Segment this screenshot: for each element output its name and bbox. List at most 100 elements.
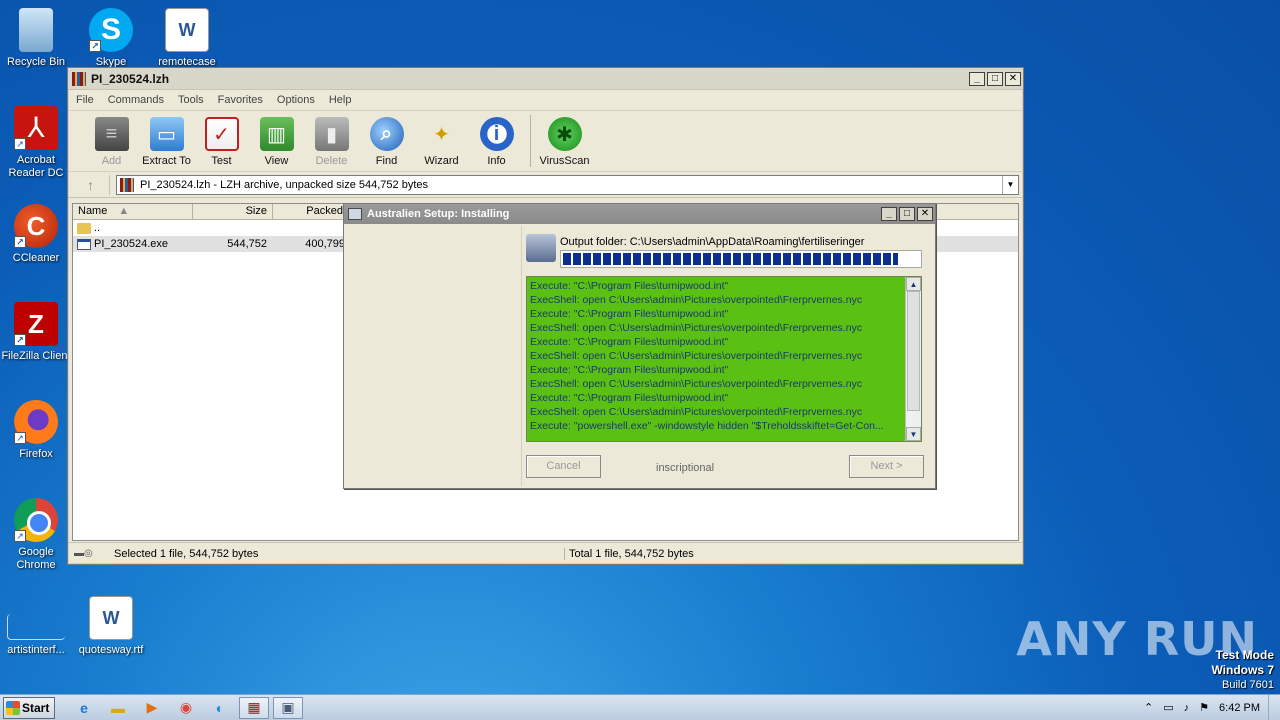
column-packed[interactable]: Packed (273, 204, 349, 219)
log-line: Execute: "powershell.exe" -windowstyle h… (530, 420, 884, 432)
address-combobox[interactable]: PI_230524.lzh - LZH archive, unpacked si… (116, 174, 1019, 195)
info-button[interactable]: i Info (469, 115, 524, 167)
log-line: ExecShell: open C:\Users\admin\Pictures\… (530, 322, 863, 334)
scroll-down-icon[interactable]: ▼ (906, 427, 921, 441)
virusscan-button[interactable]: ✱ VirusScan (537, 115, 592, 167)
desktop-icon-ccleaner[interactable]: C ↗ CCleaner (0, 204, 72, 265)
menu-options[interactable]: Options (277, 94, 315, 106)
wand-icon: ✦ (433, 123, 450, 146)
minimize-button[interactable]: _ (969, 71, 985, 86)
taskbar-winrar[interactable]: ▦ (239, 696, 269, 719)
menu-commands[interactable]: Commands (108, 94, 164, 106)
add-button[interactable]: ≡ Add (84, 115, 139, 167)
tool-label: Wizard (424, 155, 459, 167)
desktop-icon-chrome[interactable]: ↗ Google Chrome (0, 498, 72, 572)
desktop-icon-label: Acrobat Reader DC (8, 154, 64, 179)
column-size[interactable]: Size (193, 204, 273, 219)
setup-side-panel (346, 226, 522, 486)
extract-folder-icon: ▭ (149, 117, 184, 151)
install-log[interactable]: Execute: "C:\Program Files\turnipwood.in… (526, 276, 922, 442)
log-scrollbar[interactable]: ▲ ▼ (905, 277, 921, 441)
start-button[interactable]: Start (3, 696, 55, 719)
clock[interactable]: 6:42 PM (1219, 702, 1260, 714)
archive-icon (120, 177, 134, 192)
desktop-icon-label: Recycle Bin (6, 56, 66, 68)
log-line: ExecShell: open C:\Users\admin\Pictures\… (530, 294, 863, 306)
install-progress-bar (560, 250, 922, 268)
wizard-button[interactable]: ✦ Wizard (414, 115, 469, 168)
winrar-icon (72, 71, 86, 86)
maximize-button[interactable]: □ (899, 207, 915, 221)
desktop-icon-label: quotesway.rtf (78, 644, 144, 656)
taskbar-chrome[interactable]: ◉ (171, 697, 201, 719)
desktop-icon-quotesway[interactable]: W quotesway.rtf (75, 596, 147, 657)
menu-file[interactable]: File (76, 94, 94, 106)
word-document-icon: W (165, 8, 209, 52)
shortcut-arrow-icon: ↗ (89, 40, 101, 52)
tray-expand-icon[interactable]: ⌃ (1144, 701, 1153, 714)
desktop-icon-label: Google Chrome (16, 546, 56, 571)
setup-dialog: Australien Setup: Installing _ □ ✕ Outpu… (343, 203, 936, 489)
menu-tools[interactable]: Tools (178, 94, 204, 106)
menu-help[interactable]: Help (329, 94, 352, 106)
column-name[interactable]: Name ▲ (73, 204, 193, 219)
test-button[interactable]: ✓ Test (194, 115, 249, 167)
bug-icon: ✱ (547, 117, 582, 151)
up-folder-button[interactable]: ↑ (72, 174, 110, 195)
setup-titlebar[interactable]: Australien Setup: Installing _ □ ✕ (344, 204, 935, 224)
desktop-icon-remotecase[interactable]: W remotecase (151, 8, 223, 69)
cancel-button[interactable]: Cancel (526, 455, 601, 478)
network-icon[interactable]: ▭ (1163, 701, 1173, 714)
desktop-icon-skype[interactable]: S ↗ Skype (75, 8, 147, 69)
row-name: .. (94, 222, 101, 234)
chevron-down-icon[interactable]: ▼ (1002, 175, 1018, 194)
taskbar-explorer[interactable]: ▬ (103, 697, 133, 719)
taskbar-ie[interactable]: e (69, 697, 99, 719)
magnifier-icon: ⌕ (369, 117, 404, 151)
delete-button[interactable]: ▮ Delete (304, 115, 359, 167)
winrar-titlebar[interactable]: PI_230524.lzh _ □ ✕ (68, 68, 1023, 90)
status-total: Total 1 file, 544,752 bytes (569, 547, 694, 560)
close-button[interactable]: ✕ (1005, 71, 1021, 86)
desktop-icon-label: FileZilla Client (1, 350, 71, 362)
desktop-icon-label: Firefox (19, 448, 53, 460)
desktop-icon-acrobat[interactable]: ⅄ ↗ Acrobat Reader DC (0, 106, 72, 180)
next-button[interactable]: Next > (849, 455, 924, 478)
drive-icon[interactable]: ▬◎ (68, 548, 110, 559)
log-line: ExecShell: open C:\Users\admin\Pictures\… (530, 350, 863, 362)
maximize-button[interactable]: □ (987, 71, 1003, 86)
show-desktop-button[interactable] (1268, 694, 1280, 720)
view-book-icon: ▥ (259, 117, 294, 151)
windows-version-label: Windows 7 (1211, 663, 1274, 677)
log-line: Execute: "C:\Program Files\turnipwood.in… (530, 392, 729, 404)
taskbar: Start e ▬ ▶ ◉ ◐ ▦ ▣ ⌃ ▭ ♪ ⚑ 6:42 PM (0, 694, 1280, 720)
shortcut-arrow-icon: ↗ (14, 138, 26, 150)
find-button[interactable]: ⌕ Find (359, 115, 414, 167)
test-mode-notice: Test Mode Windows 7 Build 7601 (1211, 648, 1274, 693)
view-button[interactable]: ▥ View (249, 115, 304, 167)
edge-icon: ◐ (215, 699, 225, 716)
menu-favorites[interactable]: Favorites (218, 94, 263, 106)
desktop-icon-filezilla[interactable]: Z ↗ FileZilla Client (0, 302, 72, 363)
scroll-up-icon[interactable]: ▲ (906, 277, 921, 291)
acrobat-icon: ⅄ ↗ (14, 106, 58, 150)
shortcut-arrow-icon: ↗ (14, 432, 26, 444)
taskbar-setup[interactable]: ▣ (273, 696, 303, 719)
tool-label: Add (101, 155, 122, 167)
chrome-icon: ↗ (14, 498, 58, 542)
extract-to-button[interactable]: ▭ Extract To (139, 115, 194, 167)
desktop-icon-artistinterf[interactable]: artistinterf... (0, 596, 72, 657)
taskbar-edge[interactable]: ◐ (205, 697, 235, 719)
close-button[interactable]: ✕ (917, 207, 933, 221)
row-packed: 400,799 (305, 238, 345, 250)
volume-icon[interactable]: ♪ (1184, 702, 1190, 714)
desktop-icon-firefox[interactable]: ↗ Firefox (0, 400, 72, 461)
scroll-thumb[interactable] (907, 291, 920, 411)
firefox-icon: ↗ (14, 400, 58, 444)
minimize-button[interactable]: _ (881, 207, 897, 221)
desktop-icon-recycle-bin[interactable]: Recycle Bin (0, 8, 72, 69)
taskbar-media-player[interactable]: ▶ (137, 697, 167, 719)
word-document-icon: W (89, 596, 133, 640)
system-tray: ⌃ ▭ ♪ ⚑ 6:42 PM (1144, 695, 1268, 720)
flag-icon[interactable]: ⚑ (1199, 701, 1209, 714)
